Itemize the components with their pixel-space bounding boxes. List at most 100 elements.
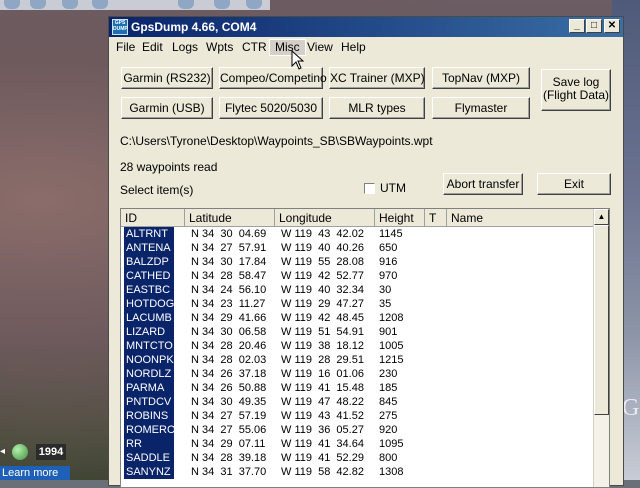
taskbar-year-badge[interactable]: 1994 xyxy=(36,444,66,460)
scroll-thumb[interactable] xyxy=(594,225,609,415)
table-row[interactable]: LIZARD N 34 30 06.58 W 119 51 54.91 901 xyxy=(121,325,594,339)
waypoint-latitude: N 34 27 57.19 xyxy=(191,410,267,422)
waypoint-id: RR xyxy=(124,437,174,451)
close-button[interactable]: ✕ xyxy=(604,19,620,33)
waypoint-longitude: W 119 43 41.52 xyxy=(281,410,364,422)
waypoint-id: ANTENA xyxy=(124,241,174,255)
waypoint-list[interactable]: ID Latitude Longitude Height T Name ALTR… xyxy=(120,208,610,488)
table-row[interactable]: EASTBC N 34 24 56.10 W 119 40 32.34 30 xyxy=(121,283,594,297)
xc-trainer-button[interactable]: XC Trainer (MXP) xyxy=(329,67,425,89)
table-row[interactable]: ROBINS N 34 27 57.19 W 119 43 41.52 275 xyxy=(121,409,594,423)
menu-help[interactable]: Help xyxy=(336,40,371,55)
abort-transfer-button[interactable]: Abort transfer xyxy=(443,173,523,195)
taskbar-globe-icon[interactable] xyxy=(12,444,28,460)
table-row[interactable]: BALZDP N 34 30 17.84 W 119 55 28.08 916 xyxy=(121,255,594,269)
column-height[interactable]: Height xyxy=(375,209,425,227)
column-longitude[interactable]: Longitude xyxy=(275,209,375,227)
waypoint-height: 30 xyxy=(379,284,392,296)
flymaster-button[interactable]: Flymaster xyxy=(432,97,530,119)
menu-wpts[interactable]: Wpts xyxy=(201,40,238,55)
waypoint-latitude: N 34 28 20.46 xyxy=(191,340,267,352)
table-row[interactable]: PARMA N 34 26 50.88 W 119 41 15.48 185 xyxy=(121,381,594,395)
waypoint-height: 1215 xyxy=(379,354,404,366)
waypoint-latitude: N 34 28 39.18 xyxy=(191,452,267,464)
table-row[interactable]: SANYNZ N 34 31 37.70 W 119 58 42.82 1308 xyxy=(121,465,594,479)
topnav-button[interactable]: TopNav (MXP) xyxy=(432,67,530,89)
waypoint-height: 1005 xyxy=(379,340,404,352)
waypoint-latitude: N 34 26 37.18 xyxy=(191,368,267,380)
waypoint-id: CATHED xyxy=(124,269,174,283)
garmin-usb-button[interactable]: Garmin (USB) xyxy=(121,97,213,119)
table-row[interactable]: MNTCTO N 34 28 20.46 W 119 38 18.12 1005 xyxy=(121,339,594,353)
title-bar[interactable]: GPS DUMP GpsDump 4.66, COM4 _ □ ✕ xyxy=(109,17,623,37)
vertical-scrollbar[interactable]: ▲ xyxy=(593,209,609,487)
status-text: 28 waypoints read xyxy=(120,160,218,174)
waypoint-longitude: W 119 41 52.29 xyxy=(281,452,364,464)
compeo-competino-button[interactable]: Compeo/Competino xyxy=(219,67,327,89)
waypoint-height: 275 xyxy=(379,410,398,422)
desktop-icon[interactable] xyxy=(214,0,230,9)
taskbar-arrow-icon[interactable]: ◂ xyxy=(0,444,8,460)
table-row[interactable]: PNTDCV N 34 30 49.35 W 119 47 48.22 845 xyxy=(121,395,594,409)
minimize-button[interactable]: _ xyxy=(569,19,585,33)
file-path-label: C:\Users\Tyrone\Desktop\Waypoints_SB\SBW… xyxy=(120,134,433,148)
menu-file[interactable]: File xyxy=(111,40,140,55)
waypoint-latitude: N 34 27 57.91 xyxy=(191,242,267,254)
column-latitude[interactable]: Latitude xyxy=(185,209,275,227)
waypoint-latitude: N 34 28 02.03 xyxy=(191,354,267,366)
waypoint-id: ROBINS xyxy=(124,409,174,423)
garmin-rs232-button[interactable]: Garmin (RS232) xyxy=(121,67,213,89)
menu-logs[interactable]: Logs xyxy=(167,40,203,55)
utm-label: UTM xyxy=(380,181,406,195)
mlr-types-button[interactable]: MLR types xyxy=(329,97,425,119)
table-row[interactable]: HOTDOG N 34 23 11.27 W 119 29 47.27 35 xyxy=(121,297,594,311)
utm-checkbox[interactable] xyxy=(364,183,375,194)
column-id[interactable]: ID xyxy=(121,209,185,227)
exit-button[interactable]: Exit xyxy=(537,173,611,195)
learn-more-link[interactable]: Learn more xyxy=(0,466,70,480)
waypoint-longitude: W 119 40 40.26 xyxy=(281,242,364,254)
desktop-icon[interactable] xyxy=(178,0,194,9)
table-row[interactable]: SADDLE N 34 28 39.18 W 119 41 52.29 800 xyxy=(121,451,594,465)
desktop-icon[interactable] xyxy=(62,0,78,9)
waypoint-longitude: W 119 47 48.22 xyxy=(281,396,364,408)
waypoint-latitude: N 34 23 11.27 xyxy=(191,298,266,310)
table-row[interactable]: LACUMB N 34 29 41.66 W 119 42 48.45 1208 xyxy=(121,311,594,325)
column-name[interactable]: Name xyxy=(447,209,594,227)
waypoint-height: 916 xyxy=(379,256,398,268)
table-row[interactable]: NORDLZ N 34 26 37.18 W 119 16 01.06 230 xyxy=(121,367,594,381)
waypoint-height: 901 xyxy=(379,326,398,338)
waypoint-id: EASTBC xyxy=(124,283,174,297)
table-row[interactable]: ANTENA N 34 27 57.91 W 119 40 40.26 650 xyxy=(121,241,594,255)
desktop-icon[interactable] xyxy=(4,0,20,9)
scroll-up-icon[interactable]: ▲ xyxy=(594,209,609,225)
waypoint-latitude: N 34 29 07.11 xyxy=(191,438,266,450)
table-row[interactable]: ALTRNT N 34 30 04.69 W 119 43 42.02 1145 xyxy=(121,227,594,241)
waypoint-latitude: N 34 30 49.35 xyxy=(191,396,267,408)
waypoint-latitude: N 34 24 56.10 xyxy=(191,284,267,296)
table-row[interactable]: NOONPK N 34 28 02.03 W 119 28 29.51 1215 xyxy=(121,353,594,367)
table-row[interactable]: RR N 34 29 07.11 W 119 41 34.64 1095 xyxy=(121,437,594,451)
menu-view[interactable]: View xyxy=(302,40,338,55)
desktop-icon[interactable] xyxy=(246,0,262,9)
waypoint-height: 230 xyxy=(379,368,398,380)
app-icon[interactable]: GPS DUMP xyxy=(112,19,128,35)
desktop-icon[interactable] xyxy=(92,0,108,9)
mouse-cursor-icon xyxy=(291,50,305,70)
menu-edit[interactable]: Edit xyxy=(137,40,168,55)
waypoint-id: PARMA xyxy=(124,381,174,395)
maximize-button[interactable]: □ xyxy=(586,19,602,33)
waypoint-longitude: W 119 29 47.27 xyxy=(281,298,364,310)
waypoint-longitude: W 119 58 42.82 xyxy=(281,466,364,478)
table-row[interactable]: CATHED N 34 28 58.47 W 119 42 52.77 970 xyxy=(121,269,594,283)
waypoint-id: NORDLZ xyxy=(124,367,174,381)
waypoint-longitude: W 119 51 54.91 xyxy=(281,326,364,338)
column-type[interactable]: T xyxy=(425,209,447,227)
list-rows: ALTRNT N 34 30 04.69 W 119 43 42.02 1145 ANT… xyxy=(121,227,594,479)
save-log-button[interactable]: Save log (Flight Data) xyxy=(541,69,611,111)
waypoint-longitude: W 119 42 48.45 xyxy=(281,312,364,324)
menu-ctr[interactable]: CTR xyxy=(237,40,272,55)
flytec-button[interactable]: Flytec 5020/5030 xyxy=(219,97,323,119)
table-row[interactable]: ROMERO N 34 27 55.06 W 119 36 05.27 920 xyxy=(121,423,594,437)
desktop-icon[interactable] xyxy=(30,0,46,9)
